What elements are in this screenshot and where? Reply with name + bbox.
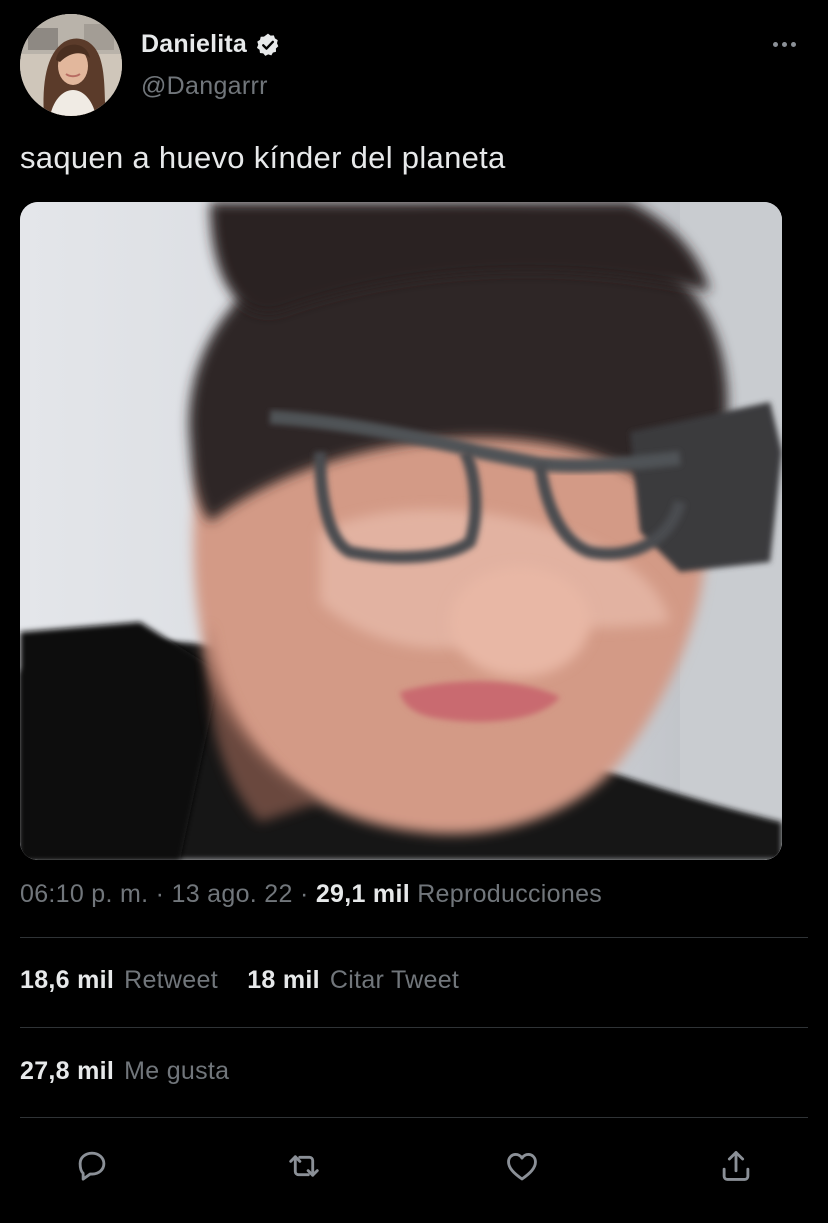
more-dot: [781, 41, 787, 47]
more-dots-icon[interactable]: [768, 36, 800, 52]
retweet-button[interactable]: [282, 1144, 326, 1188]
verified-badge-icon: [256, 33, 279, 56]
like-button[interactable]: [500, 1144, 544, 1188]
quotes-stat[interactable]: 18 mil Citar Tweet: [247, 966, 459, 995]
views-label: Reproducciones: [417, 880, 603, 908]
share-button[interactable]: [714, 1144, 758, 1188]
meta-separator: ·: [155, 880, 165, 908]
avatar-image: [20, 14, 122, 116]
reply-button[interactable]: [70, 1144, 114, 1188]
stats-row-retweets: 18,6 mil Retweet 18 mil Citar Tweet: [20, 966, 808, 995]
like-heart-icon: [507, 1153, 537, 1181]
divider: [20, 937, 808, 938]
tweet-action-bar: [20, 1136, 808, 1196]
likes-stat[interactable]: 27,8 mil Me gusta: [20, 1057, 229, 1086]
divider: [20, 1117, 808, 1118]
likes-label: Me gusta: [124, 1057, 230, 1085]
quotes-count: 18 mil: [247, 966, 320, 994]
tweet-meta: 06:10 p. m. · 13 ago. 22 · 29,1 mil Repr…: [20, 880, 808, 909]
retweets-label: Retweet: [124, 966, 218, 994]
tweet-time[interactable]: 06:10 p. m.: [20, 880, 148, 908]
retweet-icon: [289, 1155, 319, 1177]
retweets-stat[interactable]: 18,6 mil Retweet: [20, 966, 218, 995]
tweet-text: saquen a huevo kínder del planeta: [20, 140, 506, 175]
meta-separator: ·: [299, 880, 309, 908]
retweets-count: 18,6 mil: [20, 966, 115, 994]
more-dot: [772, 41, 778, 47]
tweet-media-image[interactable]: [20, 202, 782, 860]
tweet-date[interactable]: 13 ago. 22: [172, 880, 293, 908]
author-handle[interactable]: @Dangarrr: [141, 72, 268, 101]
likes-count: 27,8 mil: [20, 1057, 115, 1085]
stats-row-likes: 27,8 mil Me gusta: [20, 1057, 808, 1086]
tweet-header: Danielita @Dangarrr: [20, 14, 808, 120]
author-display-name[interactable]: Danielita: [141, 30, 247, 59]
share-icon: [722, 1151, 750, 1181]
divider: [20, 1027, 808, 1028]
reply-icon: [78, 1151, 106, 1181]
views-count: 29,1 mil: [315, 880, 410, 908]
more-dot: [790, 41, 796, 47]
media-photo: [20, 202, 782, 860]
avatar[interactable]: [20, 14, 122, 116]
quotes-label: Citar Tweet: [329, 966, 460, 994]
author-name-row: Danielita: [141, 30, 281, 59]
